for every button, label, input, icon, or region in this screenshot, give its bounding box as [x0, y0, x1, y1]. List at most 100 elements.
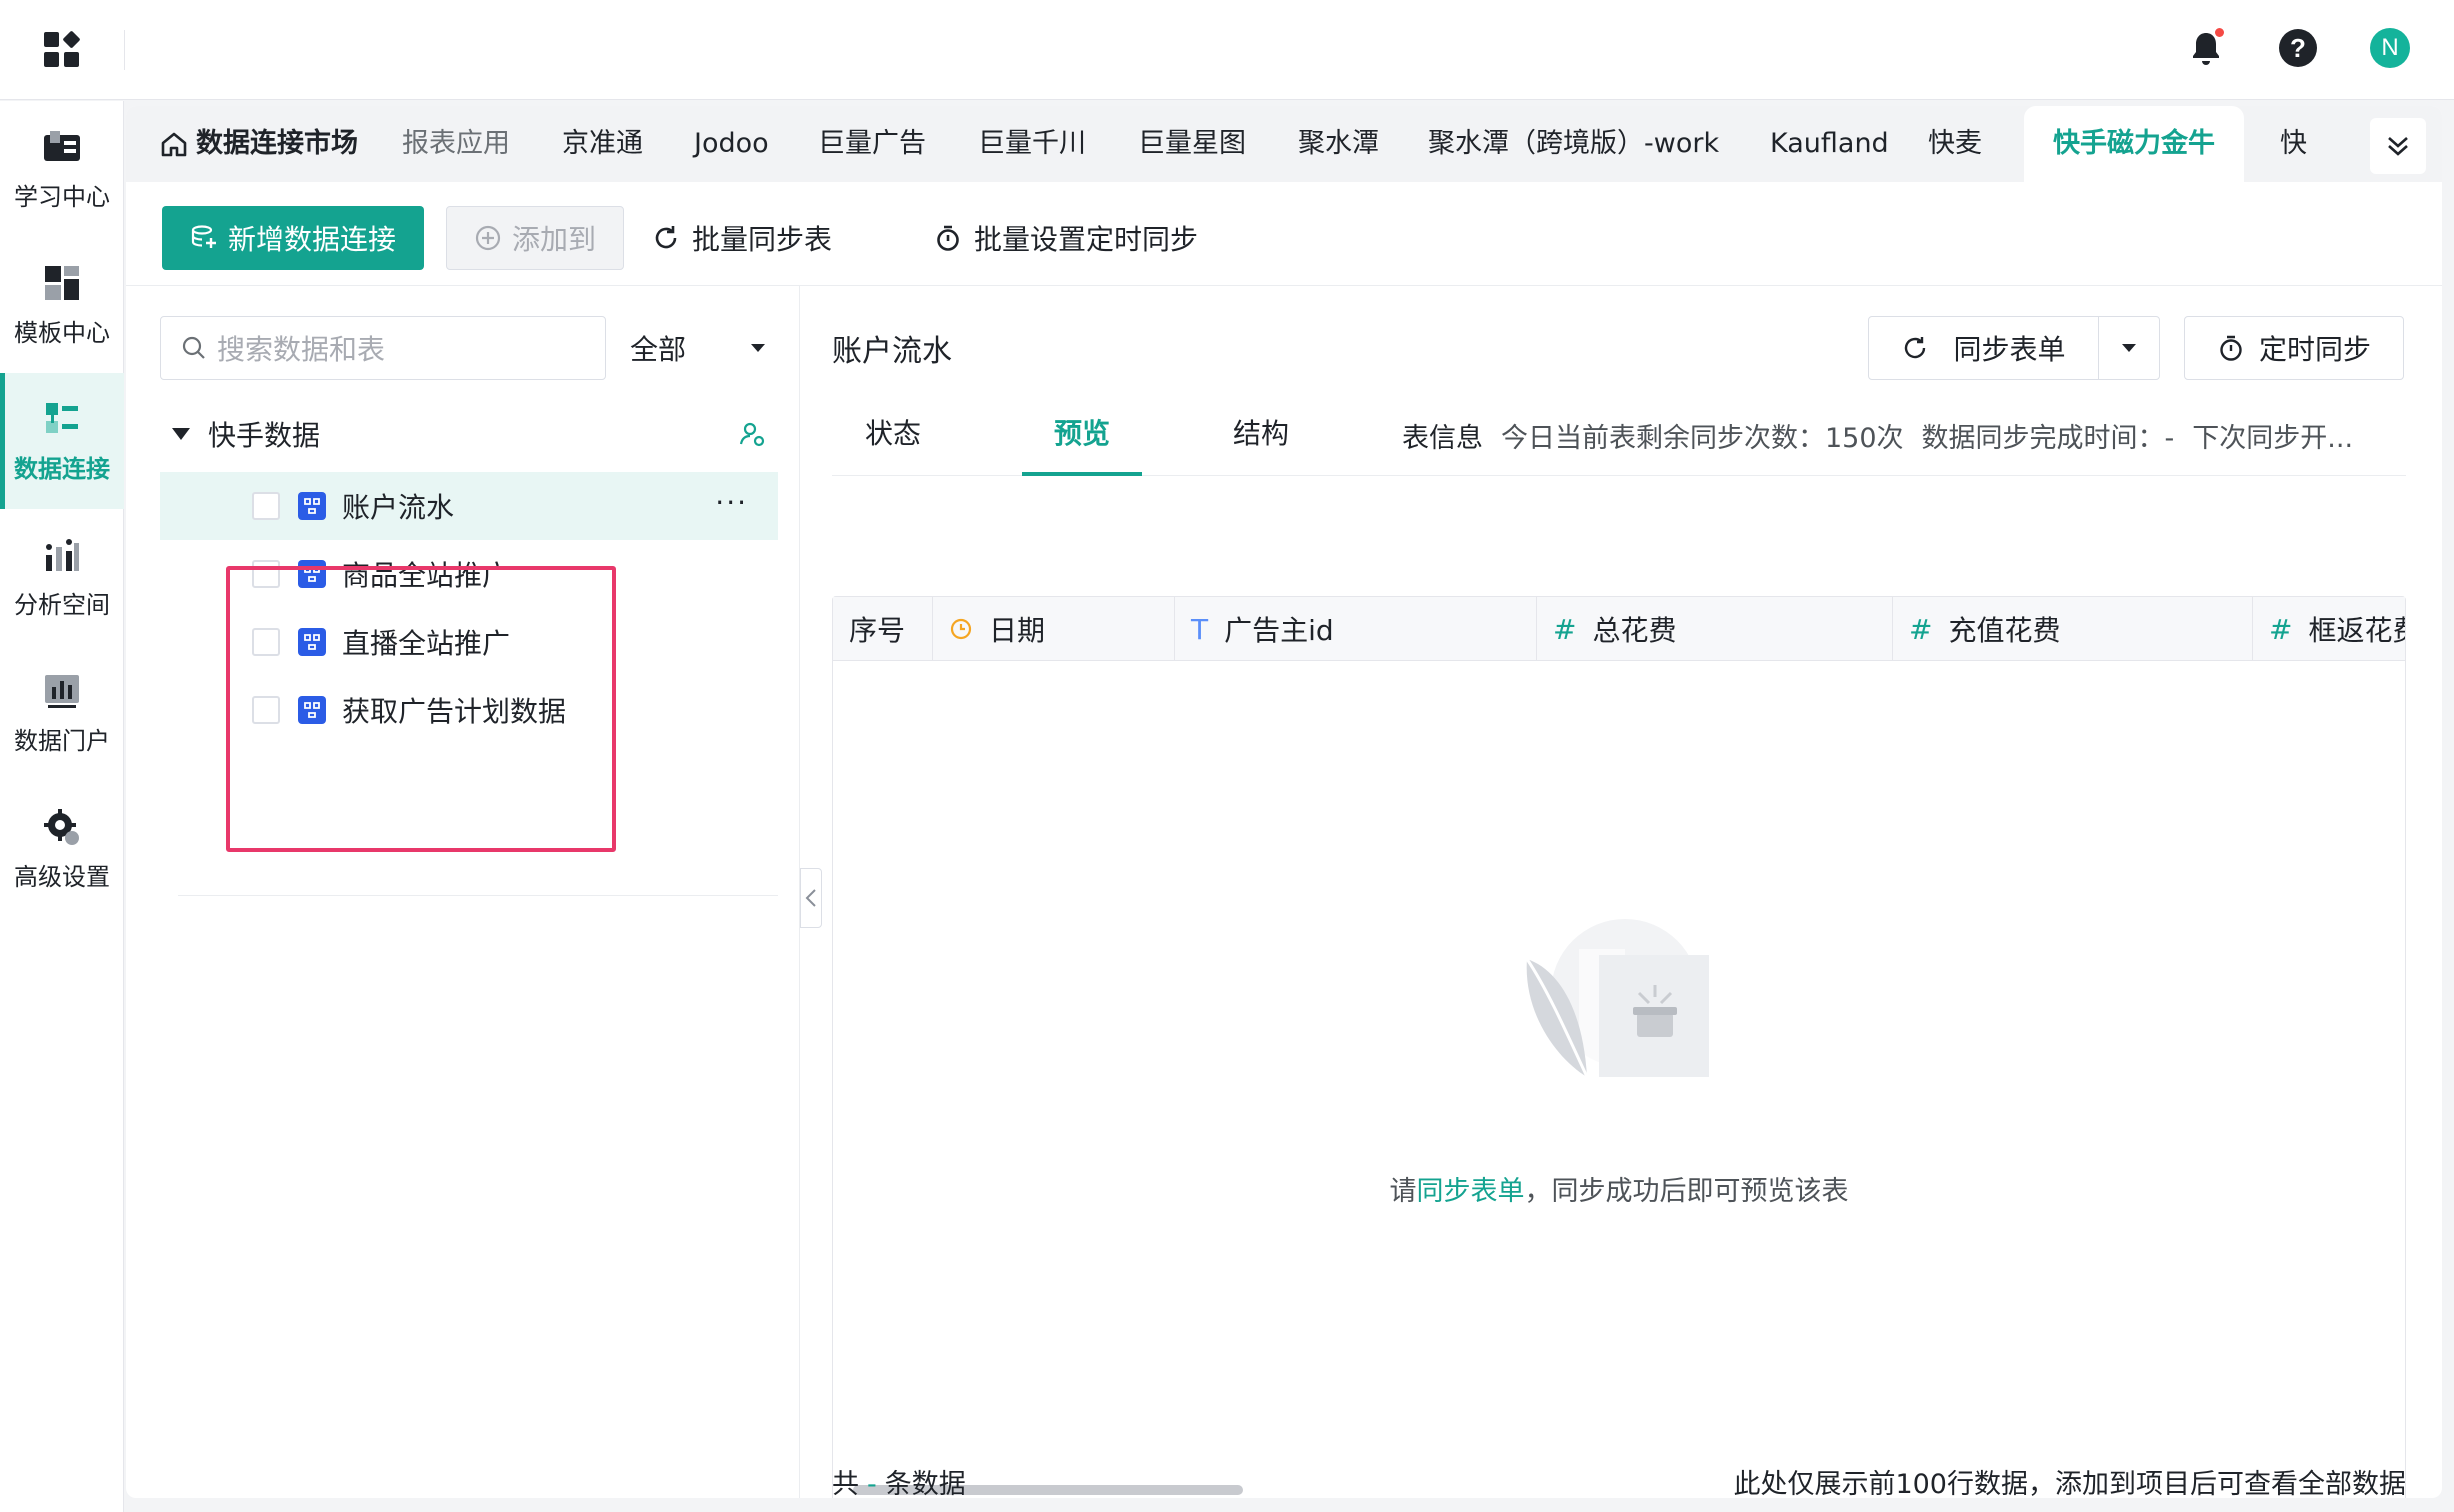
sidebar-item-learning-center[interactable]: 学习中心 — [0, 101, 124, 237]
detail-subtabs: 状态 预览 结构 表信息 今日当前表剩余同步次数：150次 数据同步完成时间：-… — [832, 394, 2406, 476]
sidebar-item-data-portal[interactable]: 数据门户 — [0, 645, 124, 781]
column-header-date[interactable]: 日期 — [933, 597, 1175, 660]
row-count: 共 - 条数据 — [832, 1462, 966, 1498]
table-info-row: 表信息 今日当前表剩余同步次数：150次 数据同步完成时间：- 下次同步开... — [1402, 394, 2353, 476]
tree-item-live-promotion[interactable]: 直播全站推广 — [160, 608, 778, 676]
button-label: 同步表单 — [1953, 333, 2066, 366]
sidebar-label: 高级设置 — [14, 862, 110, 891]
tree-item-account-flow[interactable]: 账户流水 ··· — [160, 472, 778, 540]
more-options-icon[interactable]: ··· — [715, 486, 748, 519]
tab-jushuitan[interactable]: 聚水潭 — [1298, 106, 1379, 182]
search-placeholder: 搜索数据和表 — [217, 333, 386, 366]
tab-data-market[interactable]: 数据连接市场 — [160, 106, 358, 182]
count-suffix: 条数据 — [884, 1469, 966, 1498]
column-header-rebate-cost[interactable]: # 框返花费 — [2253, 597, 2405, 660]
empty-prefix: 请 — [1389, 1176, 1417, 1207]
double-chevron-down-icon — [2388, 137, 2408, 156]
tab-kuaishou-cili-jinniu[interactable]: 快手磁力金牛 — [2024, 106, 2244, 182]
help-icon[interactable]: ? — [2278, 28, 2318, 68]
column-header-total-cost[interactable]: # 总花费 — [1537, 597, 1893, 660]
sidebar-item-data-connection[interactable]: 数据连接 — [0, 373, 124, 509]
item-label: 商品全站推广 — [342, 559, 511, 592]
tree-item-ad-plan-data[interactable]: 获取广告计划数据 — [160, 676, 778, 744]
table-title: 账户流水 — [832, 334, 952, 369]
tab-jushuitan-crossborder[interactable]: 聚水潭（跨境版）-work — [1428, 106, 1719, 182]
button-label: 定时同步 — [2258, 333, 2371, 366]
user-settings-icon[interactable] — [738, 420, 766, 448]
sidebar-label: 学习中心 — [14, 182, 110, 211]
connector-tabs: 数据连接市场 报表应用 京准通 Jodoo 巨量广告 巨量千川 巨量星图 聚水潭… — [126, 106, 2442, 182]
item-label: 账户流水 — [342, 491, 455, 524]
subtab-preview[interactable]: 预览 — [1022, 394, 1142, 476]
search-input[interactable]: 搜索数据和表 — [160, 316, 606, 380]
item-checkbox[interactable] — [252, 492, 280, 520]
column-label: 日期 — [989, 614, 1046, 647]
column-label: 序号 — [849, 614, 906, 647]
info-next-sync: 下次同步开... — [2192, 422, 2354, 454]
column-header-advertiser-id[interactable]: T 广告主id — [1175, 597, 1537, 660]
tab-kuaimai[interactable]: 快麦 — [1928, 106, 1982, 182]
tab-kuai-truncated[interactable]: 快 — [2280, 106, 2320, 182]
top-separator — [124, 30, 125, 70]
bell-icon[interactable] — [2186, 28, 2226, 68]
notification-dot — [2215, 28, 2224, 37]
caret-down-icon — [2122, 344, 2136, 352]
tab-juliang-ads[interactable]: 巨量广告 — [818, 106, 926, 182]
sidebar-label: 数据连接 — [14, 454, 110, 483]
tab-juliang-qianchuan[interactable]: 巨量千川 — [978, 106, 1086, 182]
info-finish-time: 数据同步完成时间：- — [1921, 422, 2175, 454]
info-remaining: 今日当前表剩余同步次数：150次 — [1501, 422, 1904, 454]
refresh-icon — [655, 226, 677, 249]
item-checkbox[interactable] — [252, 628, 280, 656]
kuaishou-table-icon — [298, 628, 326, 656]
left-sidebar: 学习中心 模板中心 数据连接 分析空间 数据门户 高级设置 — [0, 101, 124, 1512]
tab-jodoo[interactable]: Jodoo — [694, 106, 769, 182]
item-label: 直播全站推广 — [342, 627, 511, 660]
plus-circle-icon — [475, 225, 501, 251]
preview-limit-note: 此处仅展示前100行数据，添加到项目后可查看全部数据 — [1733, 1469, 2406, 1498]
button-label: 批量同步表 — [692, 223, 833, 256]
item-checkbox[interactable] — [252, 560, 280, 588]
count-prefix: 共 — [832, 1469, 859, 1498]
sidebar-item-template-center[interactable]: 模板中心 — [0, 237, 124, 373]
sync-form-link[interactable]: 同步表单 — [1417, 1176, 1525, 1207]
subtab-structure[interactable]: 结构 — [1206, 394, 1316, 476]
button-label: 添加到 — [511, 223, 596, 256]
empty-illustration-icon — [1525, 919, 1709, 1079]
sync-form-button[interactable]: 同步表单 — [1869, 317, 2099, 379]
tree-group-kuaishou[interactable]: 快手数据 — [160, 404, 778, 464]
subtab-status[interactable]: 状态 — [838, 394, 948, 476]
tab-kaufland[interactable]: Kaufland — [1770, 106, 1889, 182]
avatar[interactable]: N — [2370, 28, 2410, 68]
caret-down-icon[interactable] — [172, 428, 190, 440]
tab-juliang-xingtu[interactable]: 巨量星图 — [1138, 106, 1246, 182]
count-value: - — [867, 1469, 877, 1498]
schedule-sync-button[interactable]: 定时同步 — [2184, 316, 2404, 380]
tab-jingzhuntong[interactable]: 京准通 — [562, 106, 643, 182]
tab-report-app[interactable]: 报表应用 — [402, 106, 510, 182]
sync-dropdown-button[interactable] — [2099, 317, 2159, 379]
timer-icon — [2220, 335, 2242, 361]
new-data-connection-button[interactable]: 新增数据连接 — [162, 206, 424, 270]
filter-select[interactable]: 全部 — [630, 316, 778, 380]
item-label: 获取广告计划数据 — [342, 695, 567, 728]
info-label: 表信息 — [1402, 422, 1483, 454]
item-checkbox[interactable] — [252, 696, 280, 724]
batch-sync-button[interactable]: 批量同步表 — [652, 206, 832, 270]
timer-icon — [937, 225, 959, 251]
clock-icon — [950, 618, 972, 640]
column-header-index[interactable]: 序号 — [833, 597, 933, 660]
database-add-icon — [191, 225, 216, 248]
apps-grid-icon[interactable] — [44, 30, 81, 68]
sidebar-item-advanced-settings[interactable]: 高级设置 — [0, 781, 124, 917]
collapse-panel-handle[interactable] — [800, 868, 822, 928]
kuaishou-table-icon — [298, 560, 326, 588]
column-header-recharge-cost[interactable]: # 充值花费 — [1893, 597, 2253, 660]
add-to-button[interactable]: 添加到 — [446, 206, 624, 270]
button-label: 新增数据连接 — [227, 223, 396, 256]
sidebar-item-analysis-space[interactable]: 分析空间 — [0, 509, 124, 645]
tree-item-product-promotion[interactable]: 商品全站推广 — [160, 540, 778, 608]
button-label: 批量设置定时同步 — [974, 223, 1199, 256]
tabs-more-button[interactable] — [2370, 118, 2426, 174]
batch-schedule-button[interactable]: 批量设置定时同步 — [934, 206, 1198, 270]
